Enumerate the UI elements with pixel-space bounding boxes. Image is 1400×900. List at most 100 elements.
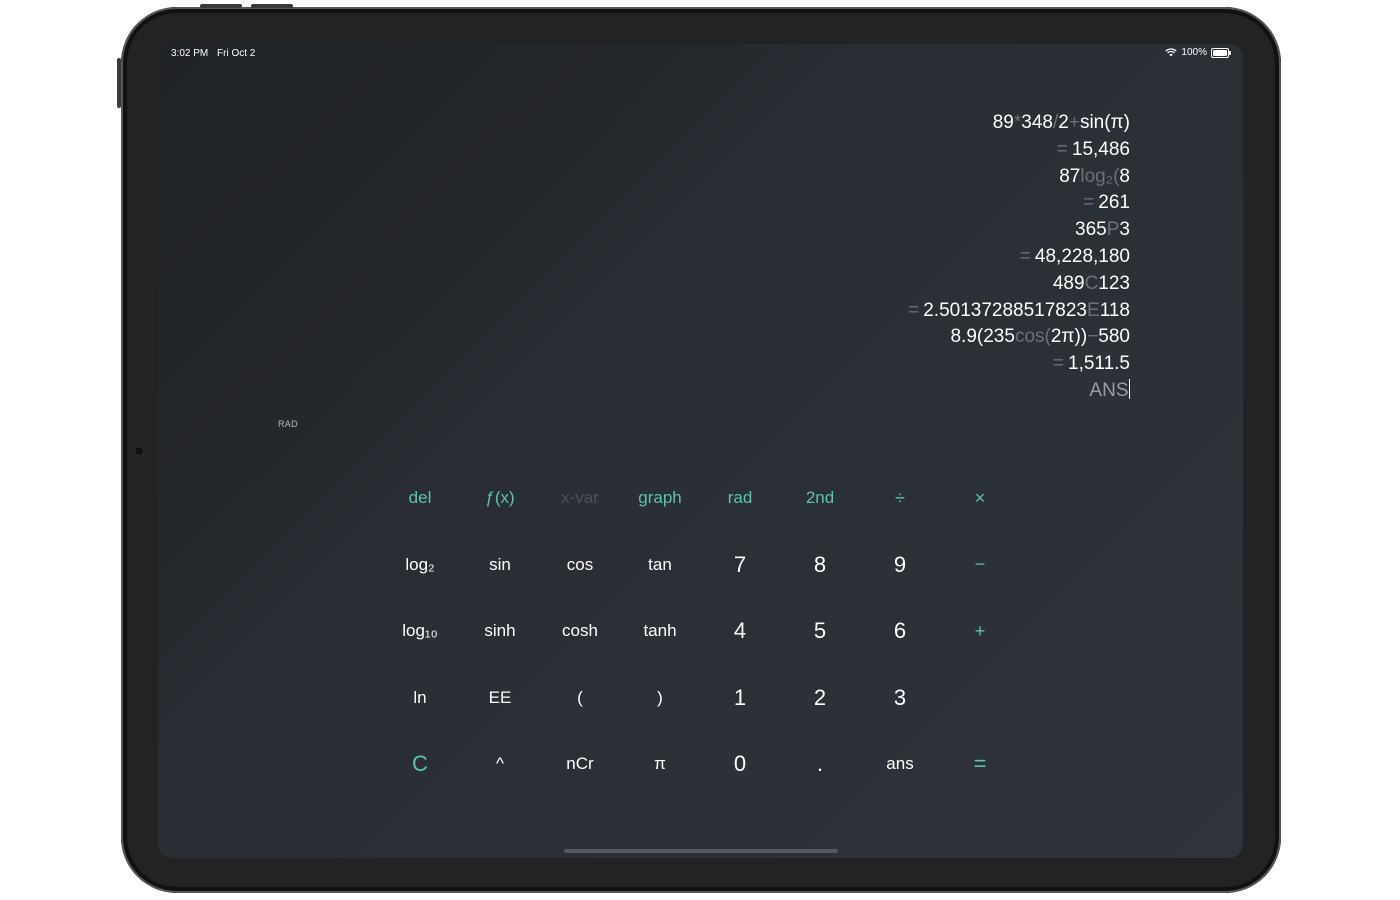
history-token: 348 — [1021, 112, 1053, 133]
history-token: 365 — [1075, 219, 1107, 241]
history-token: 118 — [1099, 299, 1130, 321]
side-button — [117, 58, 121, 108]
history-token: 48,228,180 — [1034, 245, 1130, 267]
status-bar: 3:02 PM Fri Oct 2 100% — [158, 44, 1243, 64]
clear-button[interactable]: C — [380, 731, 460, 798]
sinh-button[interactable]: sinh — [460, 598, 540, 665]
history-token: 89 — [992, 112, 1014, 133]
history-token: = — [1019, 245, 1031, 267]
home-indicator[interactable] — [564, 849, 838, 853]
divide-button[interactable]: ÷ — [860, 465, 940, 532]
digit-4-button[interactable]: 4 — [700, 598, 780, 665]
history-token: = — [1052, 353, 1065, 375]
log10-button[interactable]: log₁₀ — [380, 598, 460, 665]
history-token: P — [1106, 219, 1120, 241]
history-token: 580 — [1098, 326, 1130, 348]
graph-button[interactable]: graph — [620, 465, 700, 532]
keypad: del ƒ(x) x-var graph rad 2nd ÷ × log₂ si… — [380, 465, 1020, 798]
history-line: 8.9(235cos(2π))−580 — [908, 324, 1130, 351]
battery-percent: 100% — [1181, 47, 1207, 58]
current-input[interactable]: ANS — [908, 378, 1130, 405]
keypad-spacer — [940, 665, 1020, 732]
function-button[interactable]: ƒ(x) — [460, 465, 540, 532]
history-line: = 48,228,180 — [908, 244, 1130, 271]
digit-3-button[interactable]: 3 — [860, 665, 940, 732]
history-token: + — [1068, 112, 1080, 133]
history-token: = — [908, 299, 920, 321]
decimal-button[interactable]: . — [780, 731, 860, 798]
screen: 3:02 PM Fri Oct 2 100% 89*348/2+sin(π) = 1… — [158, 44, 1243, 858]
plus-button[interactable]: + — [940, 598, 1020, 665]
tanh-button[interactable]: tanh — [620, 598, 700, 665]
history-token: 87 — [1059, 165, 1081, 187]
status-time: 3:02 PM — [171, 48, 209, 59]
ln-button[interactable]: ln — [380, 665, 460, 732]
history-token: 261 — [1098, 192, 1130, 214]
history-line: = 261 — [908, 190, 1130, 217]
history-token: = — [1056, 138, 1068, 160]
log2-button[interactable]: log₂ — [380, 532, 460, 599]
ncr-button[interactable]: nCr — [540, 731, 620, 798]
history-token: 8 — [1119, 165, 1130, 187]
sin-button[interactable]: sin — [460, 532, 540, 599]
tan-button[interactable]: tan — [620, 532, 700, 599]
cos-button[interactable]: cos — [540, 532, 620, 599]
wifi-icon — [1165, 48, 1178, 57]
history-token: cos( — [1014, 326, 1051, 348]
history-token: = — [1083, 192, 1095, 214]
del-button[interactable]: del — [380, 465, 460, 532]
history-token: log₂( — [1080, 165, 1120, 187]
top-button-right — [251, 4, 293, 8]
equals-button[interactable]: = — [940, 731, 1020, 798]
front-camera — [135, 447, 143, 455]
history-line: 489C123 — [908, 271, 1130, 298]
text-cursor — [1128, 378, 1130, 399]
status-indicators: 100% — [1165, 47, 1231, 58]
digit-1-button[interactable]: 1 — [700, 665, 780, 732]
current-input-text: ANS — [1089, 379, 1129, 401]
history-line: 87log₂(8 — [908, 164, 1130, 191]
calculation-history: 89*348/2+sin(π) = 15,486 87log₂(8 = 261 365P3 =… — [908, 110, 1130, 405]
battery-fill — [1213, 49, 1227, 56]
history-token: 8.9(235 — [950, 326, 1015, 348]
right-paren-button[interactable]: ) — [620, 665, 700, 732]
history-line: = 1,511.5 — [908, 351, 1130, 378]
left-paren-button[interactable]: ( — [540, 665, 620, 732]
history-token: 489 — [1052, 272, 1085, 294]
history-token: 2.50137288517823 — [923, 299, 1088, 321]
digit-6-button[interactable]: 6 — [860, 598, 940, 665]
digit-5-button[interactable]: 5 — [780, 598, 860, 665]
second-button[interactable]: 2nd — [780, 465, 860, 532]
x-var-button[interactable]: x-var — [540, 465, 620, 532]
history-token: 2 — [1058, 112, 1069, 133]
digit-0-button[interactable]: 0 — [700, 731, 780, 798]
ans-button[interactable]: ans — [860, 731, 940, 798]
digit-7-button[interactable]: 7 — [700, 532, 780, 599]
history-token: 1,511.5 — [1068, 353, 1130, 375]
history-token: 3 — [1119, 219, 1130, 241]
history-token: 123 — [1098, 272, 1130, 294]
battery-icon — [1211, 47, 1231, 58]
history-token: C — [1084, 272, 1099, 294]
angle-mode-label: RAD — [278, 419, 298, 429]
ee-button[interactable]: EE — [460, 665, 540, 732]
cosh-button[interactable]: cosh — [540, 598, 620, 665]
history-line: 365P3 — [908, 217, 1130, 244]
history-token: − — [1087, 326, 1099, 348]
history-token: 15,486 — [1071, 138, 1130, 160]
pi-button[interactable]: π — [620, 731, 700, 798]
power-button[interactable]: ^ — [460, 731, 540, 798]
history-line: 89*348/2+sin(π) — [908, 110, 1130, 137]
history-token: sin(π) — [1079, 112, 1130, 133]
history-token: E — [1087, 299, 1100, 321]
history-token: 2π)) — [1050, 326, 1088, 348]
minus-button[interactable]: − — [940, 532, 1020, 599]
digit-8-button[interactable]: 8 — [780, 532, 860, 599]
rad-button[interactable]: rad — [700, 465, 780, 532]
top-button-left — [200, 4, 242, 8]
history-line: = 15,486 — [908, 137, 1130, 164]
status-date: Fri Oct 2 — [217, 48, 256, 59]
digit-9-button[interactable]: 9 — [860, 532, 940, 599]
multiply-button[interactable]: × — [940, 465, 1020, 532]
digit-2-button[interactable]: 2 — [780, 665, 860, 732]
